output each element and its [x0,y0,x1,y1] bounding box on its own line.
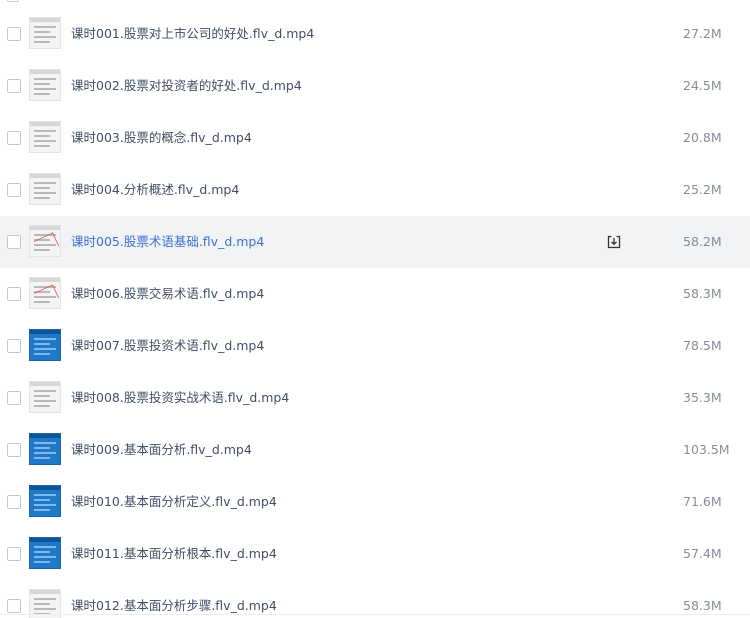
file-name[interactable]: 课时012.基本面分析步骤.flv_d.mp4 [71,597,277,615]
video-thumbnail[interactable] [29,329,61,361]
row-checkbox[interactable] [7,443,21,457]
file-size: 58.3M [683,286,722,301]
file-size: 58.2M [683,234,722,249]
video-thumbnail[interactable] [29,537,61,569]
file-size: 71.6M [683,494,722,509]
file-name[interactable]: 课时007.股票投资术语.flv_d.mp4 [71,337,264,355]
file-size: 103.5M [683,442,730,457]
file-name[interactable]: 课时001.股票对上市公司的好处.flv_d.mp4 [71,25,314,43]
file-size: 35.3M [683,390,722,405]
row-checkbox[interactable] [7,547,21,561]
file-row[interactable]: 课时010.基本面分析定义.flv_d.mp4 71.6M [0,476,750,528]
file-row[interactable]: 课时009.基本面分析.flv_d.mp4 103.5M [0,424,750,476]
file-size: 57.4M [683,546,722,561]
row-checkbox[interactable] [7,0,19,2]
row-checkbox[interactable] [7,183,21,197]
file-size: 58.3M [683,598,722,613]
video-thumbnail[interactable] [29,433,61,465]
file-name[interactable]: 课时004.分析概述.flv_d.mp4 [71,181,239,199]
divider [0,614,750,615]
file-row[interactable]: 课时008.股票投资实战术语.flv_d.mp4 35.3M [0,372,750,424]
file-size: 20.8M [683,130,722,145]
video-thumbnail[interactable] [29,381,61,413]
row-checkbox[interactable] [7,287,21,301]
file-name[interactable]: 课时003.股票的概念.flv_d.mp4 [71,129,252,147]
file-size: 78.5M [683,338,722,353]
row-checkbox[interactable] [7,27,21,41]
row-checkbox[interactable] [7,339,21,353]
file-size: 24.5M [683,78,722,93]
row-checkbox[interactable] [7,599,21,613]
file-size: 27.2M [683,26,722,41]
file-row[interactable]: 课时005.股票术语基础.flv_d.mp4 58.2M [0,216,750,268]
file-name[interactable]: 课时006.股票交易术语.flv_d.mp4 [71,285,264,303]
video-thumbnail[interactable] [29,121,61,153]
file-size: 25.2M [683,182,722,197]
file-name[interactable]: 课时010.基本面分析定义.flv_d.mp4 [71,493,277,511]
video-thumbnail[interactable] [29,277,61,309]
file-list: 课时001.股票对上市公司的好处.flv_d.mp4 27.2M 课时002.股票对… [0,0,750,618]
file-row[interactable]: 课时007.股票投资术语.flv_d.mp4 78.5M [0,320,750,372]
row-checkbox[interactable] [7,495,21,509]
file-name[interactable]: 课时008.股票投资实战术语.flv_d.mp4 [71,389,289,407]
file-row[interactable]: 课时001.股票对上市公司的好处.flv_d.mp4 27.2M [0,8,750,60]
video-thumbnail[interactable] [29,17,61,49]
file-name[interactable]: 课时002.股票对投资者的好处.flv_d.mp4 [71,77,302,95]
video-thumbnail[interactable] [29,225,61,257]
row-checkbox[interactable] [7,131,21,145]
file-name[interactable]: 课时011.基本面分析根本.flv_d.mp4 [71,545,277,563]
file-name[interactable]: 课时009.基本面分析.flv_d.mp4 [71,441,252,459]
row-checkbox[interactable] [7,79,21,93]
file-row[interactable]: 课时006.股票交易术语.flv_d.mp4 58.3M [0,268,750,320]
file-row[interactable]: 课时012.基本面分析步骤.flv_d.mp4 58.3M [0,580,750,618]
row-checkbox[interactable] [7,235,21,249]
file-row[interactable]: 课时011.基本面分析根本.flv_d.mp4 57.4M [0,528,750,580]
video-thumbnail[interactable] [29,69,61,101]
file-row[interactable]: 课时003.股票的概念.flv_d.mp4 20.8M [0,112,750,164]
download-icon[interactable] [606,234,622,250]
row-checkbox[interactable] [7,391,21,405]
video-thumbnail[interactable] [29,485,61,517]
file-name[interactable]: 课时005.股票术语基础.flv_d.mp4 [71,233,264,251]
file-row[interactable]: 课时002.股票对投资者的好处.flv_d.mp4 24.5M [0,60,750,112]
video-thumbnail[interactable] [29,173,61,205]
file-row[interactable]: 课时004.分析概述.flv_d.mp4 25.2M [0,164,750,216]
